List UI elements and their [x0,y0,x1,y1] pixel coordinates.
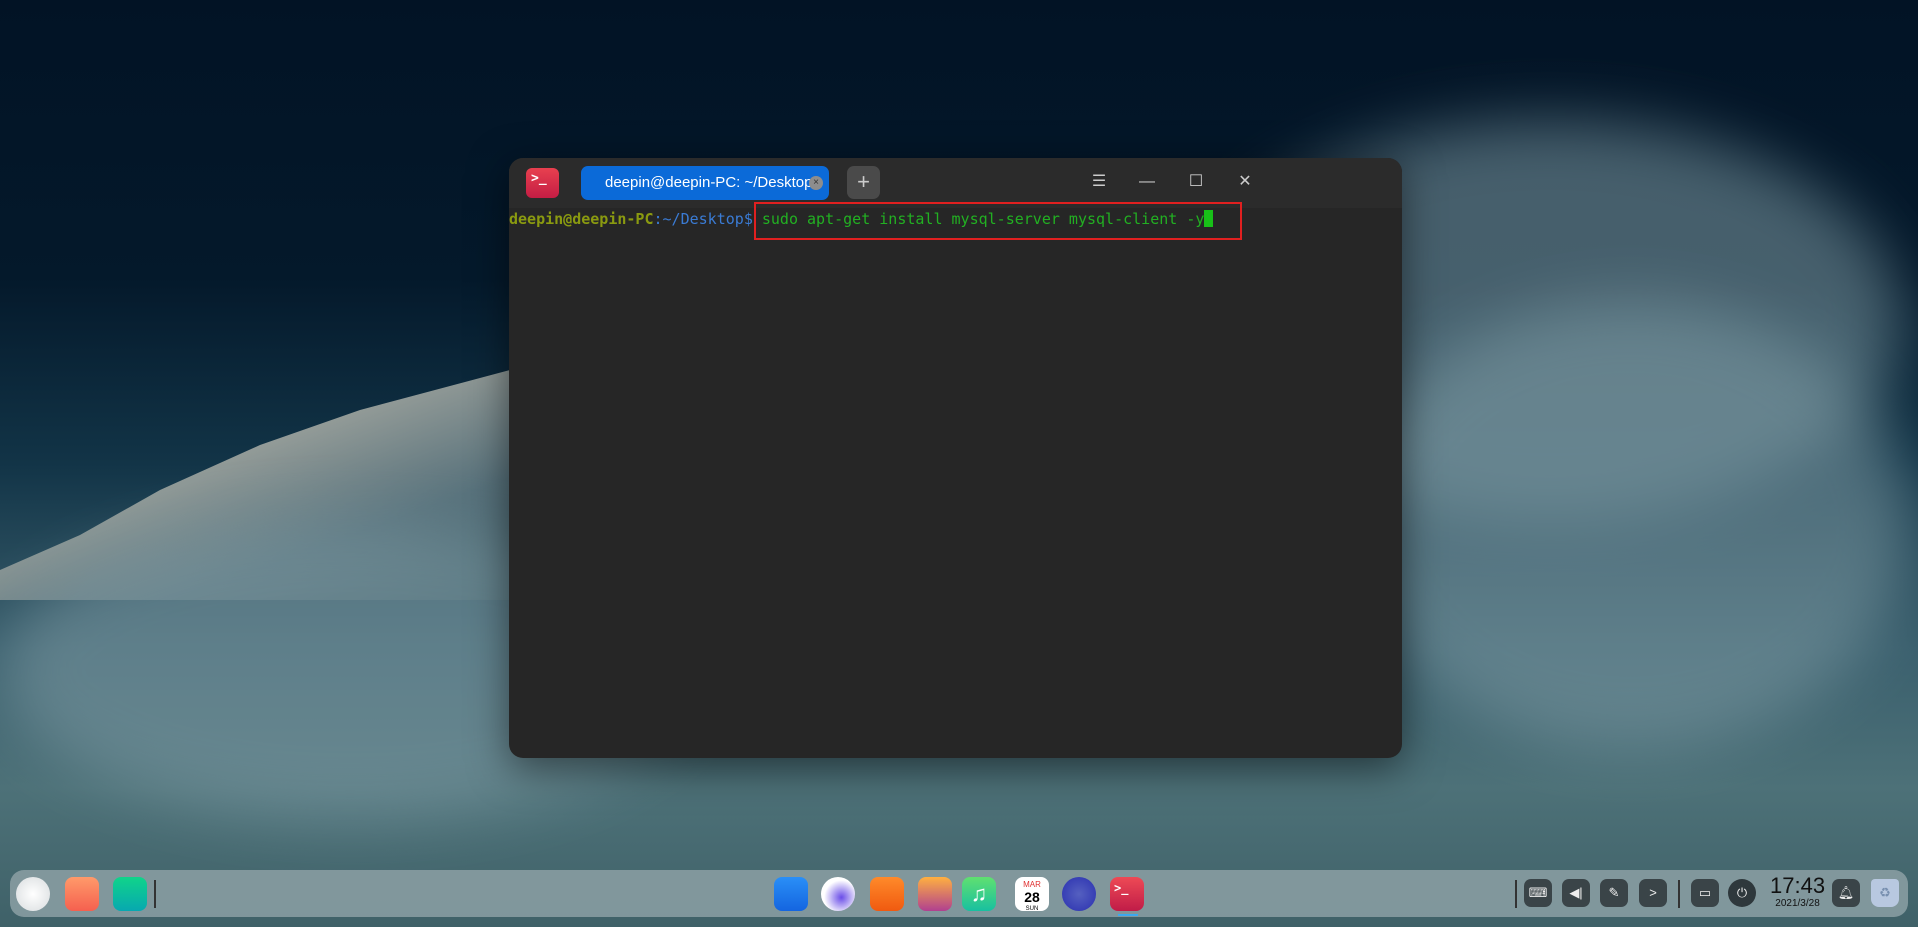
dock: ♫ MAR 28 SUN >_ ⌨ ◀| ✎ > ▭ ⏻ 17:43 2021/3/… [10,870,1908,917]
prompt-dollar: $ [743,210,753,228]
settings-icon[interactable] [1062,877,1096,911]
command-highlight-box [754,202,1242,240]
onscreen-keyboard-icon[interactable]: ▭ [1691,879,1719,907]
menu-button[interactable]: ☰ [1087,170,1111,194]
trash-icon[interactable]: ♻ [1871,879,1899,907]
calendar-weekday: SUN [1025,906,1039,912]
minimize-button[interactable]: — [1135,170,1159,194]
prompt-path: ~/Desktop [662,210,744,228]
notification-bell-icon[interactable]: 🔔︎ [1832,879,1860,907]
tray-separator [1515,880,1517,908]
expand-tray-button[interactable]: > [1639,879,1667,907]
wallpaper-cloud [1350,300,1910,750]
tray-separator [1678,880,1680,908]
pen-icon[interactable]: ✎ [1600,879,1628,907]
power-icon[interactable]: ⏻ [1728,879,1756,907]
dock-separator [154,880,156,908]
keyboard-icon[interactable]: ⌨ [1524,879,1552,907]
image-viewer-icon[interactable] [918,877,952,911]
terminal-app-icon: >_ [526,168,559,198]
clock[interactable]: 17:43 2021/3/28 [1770,873,1826,910]
tab-desktop[interactable]: deepin@deepin-PC: ~/Desktop × [581,166,829,200]
terminal-titlebar[interactable]: >_ deepin@deepin-PC: ~/Desktop × + ☰ — ☐… [509,158,1402,208]
music-icon[interactable]: ♫ [962,877,996,911]
multitask-view-icon[interactable] [65,877,99,911]
prompt-user: deepin@deepin-PC [509,210,654,228]
desktop-icon[interactable] [113,877,147,911]
launcher-icon[interactable] [16,877,50,911]
new-tab-button[interactable]: + [847,166,880,199]
tab-title: deepin@deepin-PC: ~/Desktop [605,174,813,191]
browser-icon[interactable] [821,877,855,911]
calendar-icon[interactable]: MAR 28 SUN [1015,877,1049,912]
volume-icon[interactable]: ◀| [1562,879,1590,907]
app-store-icon[interactable] [870,877,904,911]
clock-time: 17:43 [1770,873,1826,898]
close-button[interactable]: ✕ [1233,170,1257,194]
maximize-button[interactable]: ☐ [1184,170,1208,194]
file-manager-icon[interactable] [774,877,808,911]
tab-close-icon[interactable]: × [809,176,823,190]
terminal-dock-icon[interactable]: >_ [1110,877,1144,911]
clock-date: 2021/3/28 [1775,898,1820,909]
calendar-day: 28 [1024,889,1040,905]
terminal-window[interactable]: >_ deepin@deepin-PC: ~/Desktop × + ☰ — ☐… [509,158,1402,758]
prompt-sep: : [653,210,663,228]
active-indicator [1118,914,1138,916]
